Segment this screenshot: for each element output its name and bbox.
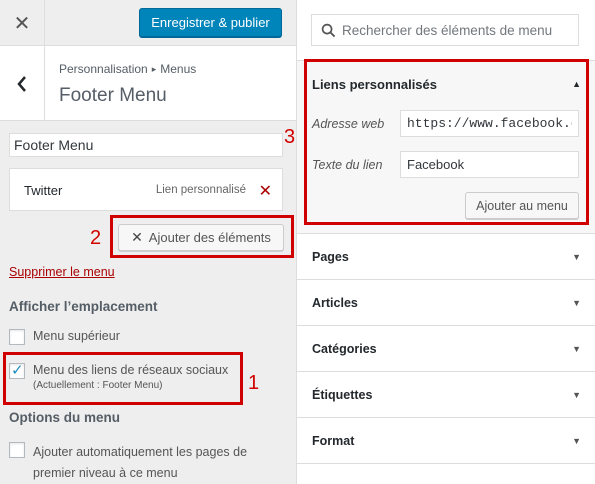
add-items-button[interactable]: ✕ Ajouter des éléments — [118, 224, 284, 251]
breadcrumb: Personnalisation ▸ Menus — [59, 62, 196, 76]
publish-button[interactable]: Enregistrer & publier — [139, 8, 282, 37]
collapse-arrow-icon[interactable]: ▲ — [572, 79, 581, 89]
delete-menu-link[interactable]: Supprimer le menu — [9, 265, 115, 279]
section-label: Pages — [312, 250, 349, 264]
social-menu-checkbox[interactable]: ✓ — [9, 362, 25, 379]
annotation-number-3: 3 — [284, 126, 296, 148]
top-menu-label[interactable]: Menu supérieur — [33, 329, 120, 343]
section-tags[interactable]: Étiquettes ▼ — [297, 372, 595, 418]
menu-name-input[interactable] — [9, 133, 283, 157]
close-customizer-button[interactable]: ✕ — [0, 0, 45, 46]
remove-item-icon[interactable]: ✕ — [259, 181, 272, 201]
checkmark-icon: ✓ — [11, 362, 24, 379]
social-menu-note: (Actuellement : Footer Menu) — [33, 380, 163, 391]
locations-heading: Afficher l’emplacement — [9, 299, 158, 314]
add-to-menu-button[interactable]: Ajouter au menu — [465, 192, 579, 219]
link-text-label: Texte du lien — [312, 158, 383, 172]
breadcrumb-current: Menus — [160, 62, 197, 76]
customizer-sidebar: ✕ Enregistrer & publier Personnalisation… — [0, 0, 297, 484]
auto-add-checkbox[interactable] — [9, 442, 25, 458]
annotation-number-1: 1 — [248, 372, 260, 394]
url-input[interactable] — [400, 110, 579, 137]
custom-links-section: Liens personnalisés ▲ Adresse web Texte … — [297, 60, 595, 234]
menu-item-type: Lien personnalisé — [155, 184, 246, 196]
add-x-icon: ✕ — [131, 229, 143, 245]
section-label: Étiquettes — [312, 388, 373, 402]
available-items-panel: Liens personnalisés ▲ Adresse web Texte … — [297, 0, 595, 484]
social-menu-label[interactable]: Menu des liens de réseaux sociaux — [33, 363, 228, 377]
section-label: Format — [312, 434, 355, 448]
menu-item-title: Twitter — [24, 183, 63, 198]
breadcrumb-root: Personnalisation — [59, 62, 148, 76]
auto-add-label[interactable]: Ajouter automatiquement les pages de pre… — [33, 442, 273, 484]
link-text-input[interactable] — [400, 151, 579, 178]
breadcrumb-separator: ▸ — [151, 64, 157, 74]
section-categories[interactable]: Catégories ▼ — [297, 326, 595, 372]
search-box — [311, 14, 579, 46]
section-label: Catégories — [312, 342, 377, 356]
expand-arrow-icon: ▼ — [572, 298, 581, 308]
search-icon — [321, 23, 336, 38]
custom-links-title[interactable]: Liens personnalisés — [312, 77, 437, 92]
annotation-number-2: 2 — [90, 227, 102, 249]
section-pages[interactable]: Pages ▼ — [297, 234, 595, 280]
close-icon: ✕ — [13, 12, 31, 35]
top-menu-checkbox[interactable] — [9, 329, 25, 345]
options-heading: Options du menu — [9, 410, 120, 425]
section-label: Articles — [312, 296, 358, 310]
expand-arrow-icon: ▼ — [572, 344, 581, 354]
search-input[interactable] — [342, 15, 577, 45]
section-format[interactable]: Format ▼ — [297, 418, 595, 464]
panel-header: Personnalisation ▸ Menus Footer Menu — [0, 46, 296, 121]
expand-arrow-icon: ▼ — [572, 390, 581, 400]
menu-item[interactable]: Twitter Lien personnalisé ✕ — [9, 168, 283, 211]
back-button[interactable] — [0, 46, 45, 121]
expand-arrow-icon: ▼ — [572, 436, 581, 446]
section-articles[interactable]: Articles ▼ — [297, 280, 595, 326]
page-title: Footer Menu — [59, 85, 167, 106]
url-label: Adresse web — [312, 117, 385, 131]
customizer-topbar: ✕ Enregistrer & publier — [0, 0, 296, 46]
expand-arrow-icon: ▼ — [572, 252, 581, 262]
add-items-label: Ajouter des éléments — [148, 230, 271, 245]
chevron-left-icon — [17, 75, 26, 92]
